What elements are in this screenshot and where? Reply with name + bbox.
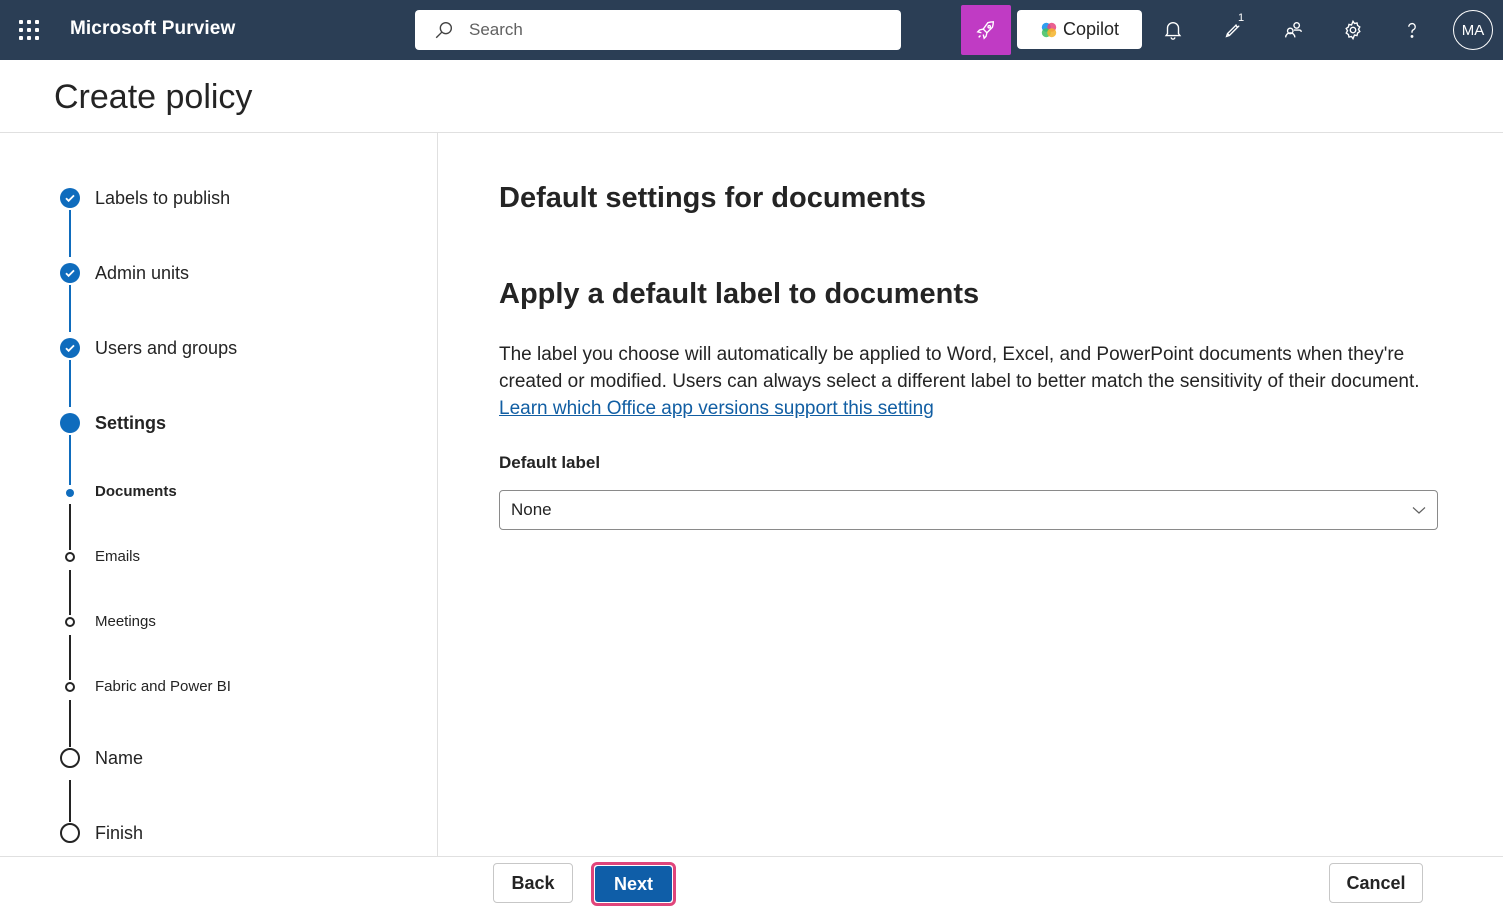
alerts-button[interactable]: 1 (1218, 10, 1249, 45)
settings-button[interactable] (1338, 15, 1368, 45)
search-icon (435, 21, 453, 39)
notifications-button[interactable] (1158, 15, 1188, 45)
step-connector (69, 360, 71, 407)
pending-step-indicator (60, 823, 80, 843)
current-step-indicator (60, 413, 80, 433)
learn-more-link[interactable]: Learn which Office app versions support … (499, 398, 934, 419)
pending-substep-indicator (65, 617, 75, 627)
search-placeholder: Search (469, 20, 523, 39)
people-button[interactable] (1278, 15, 1308, 45)
step-connector (69, 210, 71, 257)
help-button[interactable] (1397, 15, 1427, 45)
default-label-field-label: Default label (499, 453, 601, 472)
next-button[interactable]: Next (595, 866, 672, 902)
step-label: Admin units (95, 263, 190, 283)
whats-new-button[interactable] (961, 5, 1011, 55)
step-connector (69, 570, 71, 615)
divider (0, 856, 1503, 857)
notification-badge: 1 (1233, 10, 1249, 26)
step-label: Labels to publish (95, 188, 231, 208)
app-name[interactable]: Microsoft Purview (70, 18, 235, 40)
chevron-down-icon (1412, 507, 1426, 514)
gear-icon (1345, 19, 1361, 41)
substep-label: Emails (95, 548, 141, 565)
step-connector (69, 285, 71, 332)
checkmark-icon (60, 338, 80, 358)
default-label-dropdown[interactable]: None (499, 490, 1438, 530)
step-connector (69, 780, 71, 822)
checkmark-icon (60, 188, 80, 208)
checkmark-icon (60, 263, 80, 283)
app-launcher-icon[interactable] (19, 20, 39, 40)
pending-substep-indicator (65, 682, 75, 692)
step-label: Name (95, 748, 144, 768)
copilot-icon (1041, 22, 1057, 37)
section-heading: Default settings for documents (499, 182, 926, 214)
bell-icon (1164, 22, 1182, 40)
step-connector (69, 435, 71, 485)
step-connector (69, 504, 71, 550)
rocket-icon (976, 21, 995, 40)
pending-step-indicator (60, 748, 80, 768)
people-icon (1284, 21, 1302, 38)
pending-substep-indicator (65, 552, 75, 562)
page-title: Create policy (54, 78, 253, 116)
step-label: Users and groups (95, 338, 238, 358)
copilot-button[interactable]: Copilot (1017, 10, 1142, 49)
section-subheading: Apply a default label to documents (499, 278, 980, 310)
substep-label: Meetings (95, 613, 156, 630)
description-body: The label you choose will automatically … (499, 344, 1420, 392)
description-text: The label you choose will automatically … (499, 341, 1449, 422)
cancel-button[interactable]: Cancel (1329, 863, 1423, 903)
dropdown-value: None (511, 500, 552, 519)
copilot-label: Copilot (1062, 19, 1120, 39)
current-substep-indicator (66, 489, 74, 497)
step-label: Finish (95, 823, 144, 843)
avatar[interactable]: MA (1453, 10, 1493, 50)
step-connector (69, 700, 71, 747)
wizard-steps-panel: Labels to publish Admin units Users and … (0, 133, 438, 856)
step-label: Settings (95, 413, 167, 433)
search-input[interactable]: Search (415, 10, 901, 50)
top-navigation-bar: Microsoft Purview Search Copilot 1 MA (0, 0, 1503, 60)
substep-label: Fabric and Power BI (95, 678, 231, 695)
substep-label: Documents (95, 483, 177, 500)
step-connector (69, 635, 71, 680)
back-button[interactable]: Back (493, 863, 573, 903)
help-icon (1408, 22, 1416, 38)
